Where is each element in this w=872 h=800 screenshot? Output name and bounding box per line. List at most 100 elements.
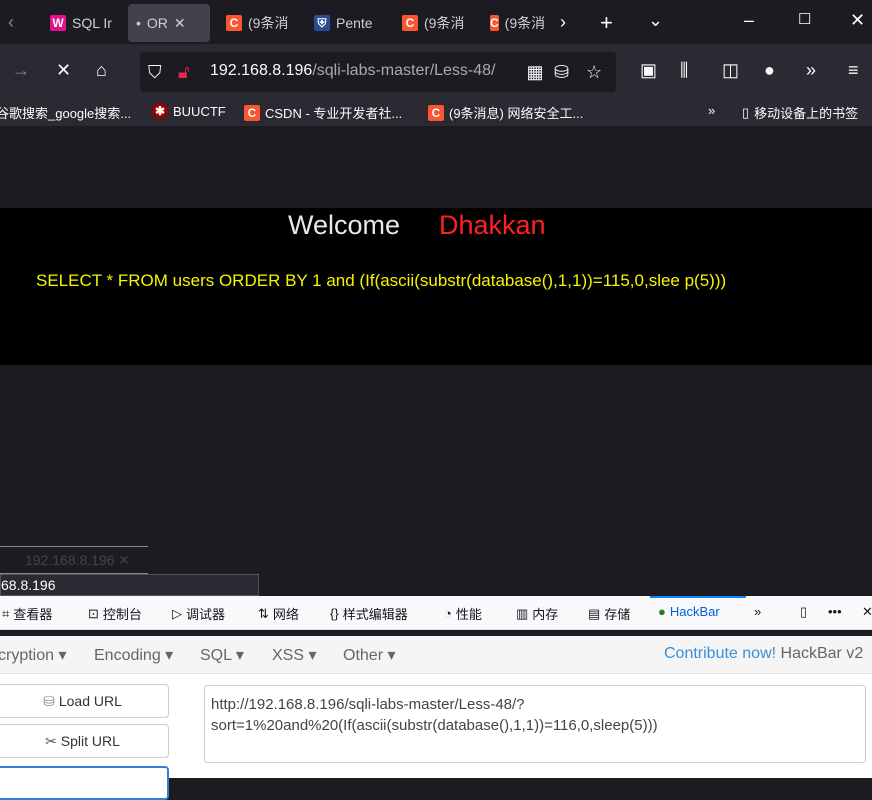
- tab-console[interactable]: ⊡ 控制台: [88, 604, 142, 623]
- library-icon[interactable]: ⫼: [680, 60, 688, 81]
- menu-sql[interactable]: SQL ▾: [200, 645, 244, 665]
- tab-hackbar[interactable]: ● HackBar: [658, 604, 720, 619]
- tracking-shield-icon[interactable]: ⛉: [148, 62, 162, 83]
- welcome-text: Welcome: [288, 210, 401, 240]
- menu-icon[interactable]: ≡: [848, 60, 859, 81]
- performance-icon: ◔: [444, 606, 452, 621]
- tab-label: 调试器: [186, 607, 226, 622]
- hackbar-icon: ●: [658, 604, 666, 619]
- storage-icon: ▤: [588, 605, 601, 621]
- menu-label: cryption: [0, 647, 55, 664]
- close-tab-icon[interactable]: ✕: [174, 15, 186, 32]
- user-name: Dhakkan: [439, 210, 546, 240]
- menu-label: Encoding: [94, 647, 161, 664]
- button-label: Split URL: [60, 733, 120, 749]
- load-url-button[interactable]: ⛁ Load URL: [0, 684, 169, 718]
- csdn-icon: C: [490, 15, 499, 31]
- drive-icon[interactable]: ⛁: [554, 62, 569, 83]
- extension-icon[interactable]: ▣: [640, 60, 657, 81]
- mobile-icon: ▯: [742, 104, 750, 120]
- bookmark-label: (9条消息) 网络安全工...: [449, 106, 584, 121]
- bookmark-star-icon[interactable]: ☆: [586, 62, 602, 83]
- tab-inspector[interactable]: ⌗ 查看器: [2, 604, 52, 623]
- bookmark[interactable]: ✱ BUUCTF: [152, 103, 226, 119]
- bookmarks-bar: 谷歌搜索_google搜索... ✱ BUUCTF C CSDN - 专业开发者社.…: [0, 100, 872, 126]
- tab-label: 内存: [532, 607, 559, 622]
- bookmark[interactable]: C (9条消息) 网络安全工...: [428, 103, 583, 122]
- url-host: 192.168.8.196: [210, 62, 313, 79]
- tab-title: Pente: [336, 15, 373, 31]
- shield-icon: ⛨: [314, 15, 330, 31]
- home-icon[interactable]: ⌂: [96, 60, 107, 81]
- stop-icon[interactable]: ✕: [56, 60, 71, 81]
- url-bar[interactable]: ⛉ 🔓︎ 192.168.8.196/sqli-labs-master/Less…: [140, 52, 616, 92]
- tab[interactable]: ⛨ Pente: [306, 4, 388, 42]
- menu-encoding[interactable]: Encoding ▾: [94, 645, 173, 665]
- account-icon[interactable]: ●: [764, 60, 775, 81]
- split-url-button[interactable]: ✂ Split URL: [0, 724, 169, 758]
- url-status-tooltip: 68.8.196: [0, 574, 259, 596]
- forward-icon[interactable]: →: [12, 60, 30, 81]
- tab-title: SQL Ir: [72, 15, 112, 31]
- close-window-icon[interactable]: ✕: [850, 10, 865, 31]
- tab[interactable]: W SQL Ir: [42, 4, 122, 42]
- tab-bar: ‹ W SQL Ir • OR ✕ C (9条消 ⛨ Pente C (9条消 C (9条消 …: [0, 0, 872, 44]
- tab-performance[interactable]: ◔ 性能: [444, 604, 482, 623]
- tabs-scroll-left-icon[interactable]: ‹: [8, 12, 14, 33]
- tab[interactable]: C (9条消: [394, 4, 476, 42]
- bookmark[interactable]: C CSDN - 专业开发者社...: [244, 103, 402, 122]
- bookmark[interactable]: 谷歌搜索_google搜索...: [0, 103, 131, 122]
- active-tab-indicator: [650, 596, 746, 598]
- csdn-icon: C: [428, 104, 444, 121]
- tab-title: (9条消: [424, 15, 465, 31]
- url-path: /sqli-labs-master/Less-48/: [312, 62, 496, 79]
- tabs-scroll-right-icon[interactable]: ›: [560, 12, 566, 33]
- tab-label: 控制台: [102, 607, 142, 622]
- hackbar-menu: cryption ▾ Encoding ▾ SQL ▾ XSS ▾ Other …: [0, 636, 872, 674]
- tab[interactable]: C (9条消: [218, 4, 300, 42]
- menu-xss[interactable]: XSS ▾: [272, 645, 317, 665]
- more-tabs-icon[interactable]: »: [754, 604, 761, 619]
- hackbar-version: HackBar v2: [780, 645, 864, 662]
- tab-storage[interactable]: ▤ 存储: [588, 604, 630, 623]
- tab[interactable]: C (9条消: [482, 4, 550, 42]
- more-bookmarks-icon[interactable]: »: [708, 103, 715, 118]
- csdn-icon: C: [402, 15, 418, 31]
- sidebar-icon[interactable]: ◫: [722, 60, 739, 81]
- contribute-link[interactable]: Contribute now!: [664, 645, 776, 662]
- tab-debugger[interactable]: ▷ 调试器: [172, 604, 225, 623]
- tab-title: (9条消: [248, 15, 289, 31]
- memory-icon: ▥: [516, 605, 529, 621]
- new-tab-icon[interactable]: +: [600, 10, 613, 36]
- insecure-lock-icon[interactable]: 🔓︎: [178, 62, 190, 83]
- inspector-icon: ⌗: [2, 605, 10, 621]
- debugger-icon: ▷: [172, 605, 182, 621]
- url-text[interactable]: 192.168.8.196/sqli-labs-master/Less-48/: [210, 62, 496, 80]
- menu-label: SQL: [200, 647, 232, 664]
- tab-label: HackBar: [669, 604, 720, 619]
- qr-code-icon[interactable]: ▦: [524, 62, 546, 83]
- menu-encryption[interactable]: cryption ▾: [0, 645, 67, 665]
- tab-network[interactable]: ⇅ 网络: [258, 604, 299, 623]
- tab-memory[interactable]: ▥ 内存: [516, 604, 558, 623]
- responsive-design-icon[interactable]: ▯: [800, 604, 807, 620]
- tab-active[interactable]: • OR ✕: [128, 4, 210, 42]
- more-tools-icon[interactable]: »: [806, 60, 816, 81]
- menu-other[interactable]: Other ▾: [343, 645, 396, 665]
- maximize-icon[interactable]: ☐: [798, 10, 811, 28]
- close-devtools-icon[interactable]: ✕: [862, 604, 872, 620]
- execute-button[interactable]: [0, 766, 169, 800]
- bookmark-label: 谷歌搜索_google搜索...: [0, 106, 132, 121]
- minimize-icon[interactable]: –: [744, 10, 754, 31]
- network-icon: ⇅: [258, 605, 269, 621]
- list-tabs-icon[interactable]: ⌄: [648, 10, 663, 31]
- url-textarea[interactable]: http://192.168.8.196/sqli-labs-master/Le…: [204, 685, 866, 763]
- tab-title: OR: [146, 15, 168, 31]
- bookmark-label: BUUCTF: [173, 103, 226, 119]
- tab-style-editor[interactable]: {} 样式编辑器: [330, 604, 408, 623]
- tab-tooltip: 192.168.8.196 ✕: [0, 546, 148, 574]
- bookmark[interactable]: ▯ 移动设备上的书签: [742, 103, 858, 122]
- loading-dot-icon: •: [136, 15, 141, 31]
- devtools-toolbar: ⌗ 查看器 ⊡ 控制台 ▷ 调试器 ⇅ 网络 {} 样式编辑器 ◔ 性能 ▥ 内存 ▤ 存储 ●…: [0, 596, 872, 630]
- more-options-icon[interactable]: •••: [828, 604, 842, 619]
